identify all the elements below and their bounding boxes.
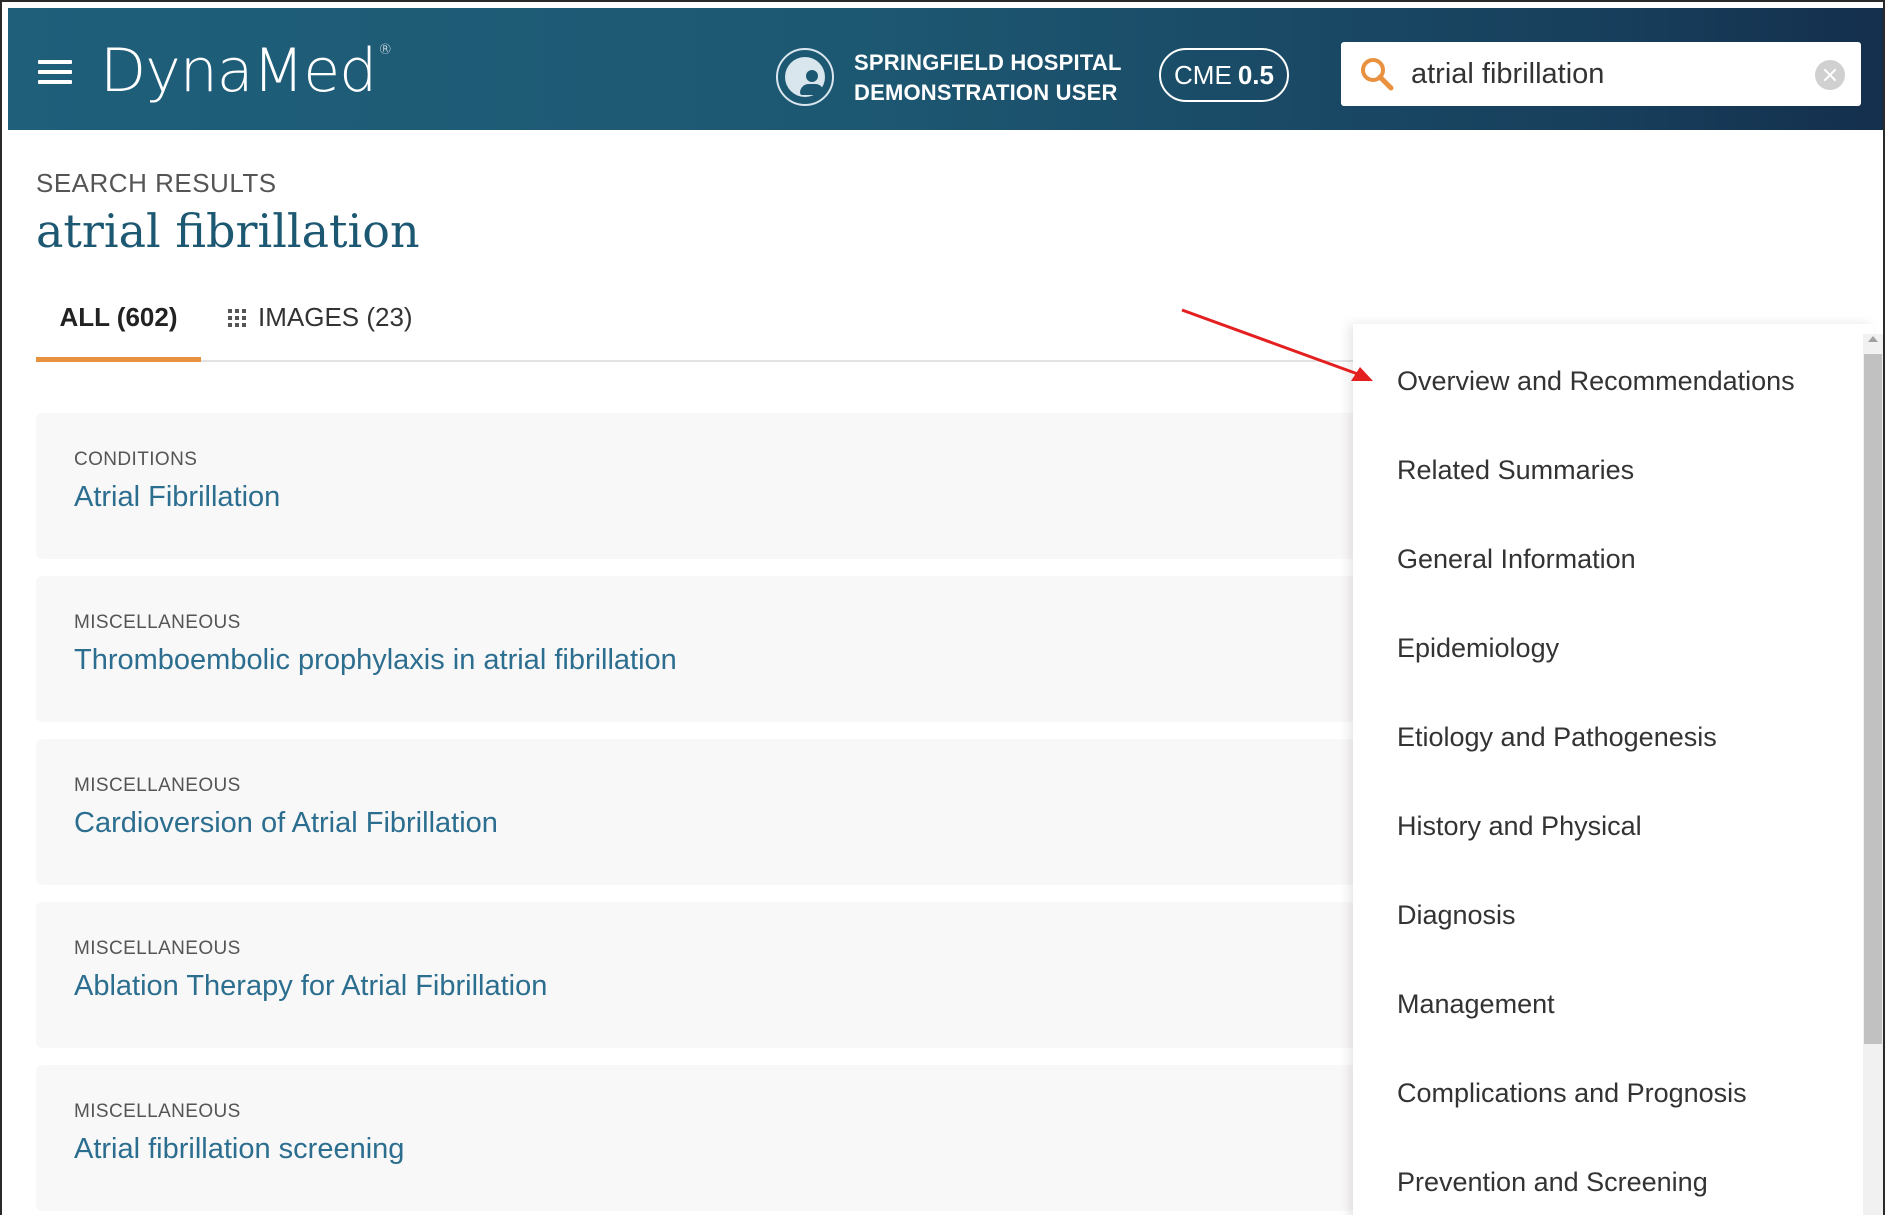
result-title-link[interactable]: Thromboembolic prophylaxis in atrial fib… <box>74 644 677 677</box>
results-tabs: ALL (602) IMAGES (23) <box>36 298 1356 362</box>
result-category: CONDITIONS <box>74 449 198 470</box>
logo-mark: ® <box>378 42 392 58</box>
search-box <box>1341 42 1861 106</box>
dropdown-item-history-physical[interactable]: History and Physical <box>1397 811 1642 842</box>
grid-icon <box>228 309 246 327</box>
dropdown-item-related-summaries[interactable]: Related Summaries <box>1397 455 1634 486</box>
search-icon[interactable] <box>1359 56 1395 92</box>
tab-images-label: IMAGES (23) <box>258 302 413 332</box>
result-category: MISCELLANEOUS <box>74 938 241 959</box>
tab-images[interactable]: IMAGES (23) <box>228 298 413 362</box>
result-category: MISCELLANEOUS <box>74 612 241 633</box>
app-frame: DynaMed ® SPRINGFIELD HOSPITAL DEMONSTRAT… <box>0 0 1885 1215</box>
result-title-link[interactable]: Cardioversion of Atrial Fibrillation <box>74 807 498 840</box>
cme-value: 0.5 <box>1237 59 1274 90</box>
tab-all[interactable]: ALL (602) <box>36 298 201 362</box>
result-card[interactable]: MISCELLANEOUS Atrial fibrillation screen… <box>36 1065 1356 1211</box>
dropdown-item-general-information[interactable]: General Information <box>1397 544 1636 575</box>
dropdown-item-management[interactable]: Management <box>1397 989 1555 1020</box>
dynamed-logo[interactable]: DynaMed ® <box>100 36 392 106</box>
dropdown-item-epidemiology[interactable]: Epidemiology <box>1397 633 1559 664</box>
dropdown-item-etiology[interactable]: Etiology and Pathogenesis <box>1397 722 1717 753</box>
top-header: DynaMed ® SPRINGFIELD HOSPITAL DEMONSTRAT… <box>8 8 1883 130</box>
annotation-arrow-icon <box>1181 308 1373 381</box>
result-category: MISCELLANEOUS <box>74 775 241 796</box>
dropdown-item-prevention[interactable]: Prevention and Screening <box>1397 1167 1708 1198</box>
dropdown-item-diagnosis[interactable]: Diagnosis <box>1397 900 1516 931</box>
result-category: MISCELLANEOUS <box>74 1101 241 1122</box>
result-card[interactable]: CONDITIONS Atrial Fibrillation <box>36 413 1356 559</box>
dropdown-item-overview[interactable]: Overview and Recommendations <box>1397 366 1795 397</box>
cme-button[interactable]: CME 0.5 <box>1159 48 1289 102</box>
search-results-label: SEARCH RESULTS <box>36 168 277 198</box>
user-avatar-icon[interactable] <box>776 48 834 106</box>
result-card[interactable]: MISCELLANEOUS Thromboembolic prophylaxis… <box>36 576 1356 722</box>
clear-search-icon[interactable] <box>1815 60 1845 90</box>
result-title-link[interactable]: Ablation Therapy for Atrial Fibrillation <box>74 970 547 1003</box>
result-title-link[interactable]: Atrial Fibrillation <box>74 481 280 514</box>
user-name: DEMONSTRATION USER <box>854 80 1118 105</box>
scroll-up-arrow-icon[interactable] <box>1868 336 1878 342</box>
dropdown-item-complications[interactable]: Complications and Prognosis <box>1397 1078 1747 1109</box>
logo-text: DynaMed <box>100 36 377 106</box>
cme-label: CME <box>1174 59 1232 90</box>
dropdown-scrollbar-thumb[interactable] <box>1864 354 1882 1044</box>
result-card[interactable]: MISCELLANEOUS Cardioversion of Atrial Fi… <box>36 739 1356 885</box>
page-title: atrial fibrillation <box>36 204 420 258</box>
section-dropdown: Overview and Recommendations Related Sum… <box>1353 324 1873 1215</box>
hamburger-menu-icon[interactable] <box>38 60 72 86</box>
search-input[interactable] <box>1411 52 1801 96</box>
user-organization: SPRINGFIELD HOSPITAL <box>854 50 1122 75</box>
result-card[interactable]: MISCELLANEOUS Ablation Therapy for Atria… <box>36 902 1356 1048</box>
result-title-link[interactable]: Atrial fibrillation screening <box>74 1133 404 1166</box>
